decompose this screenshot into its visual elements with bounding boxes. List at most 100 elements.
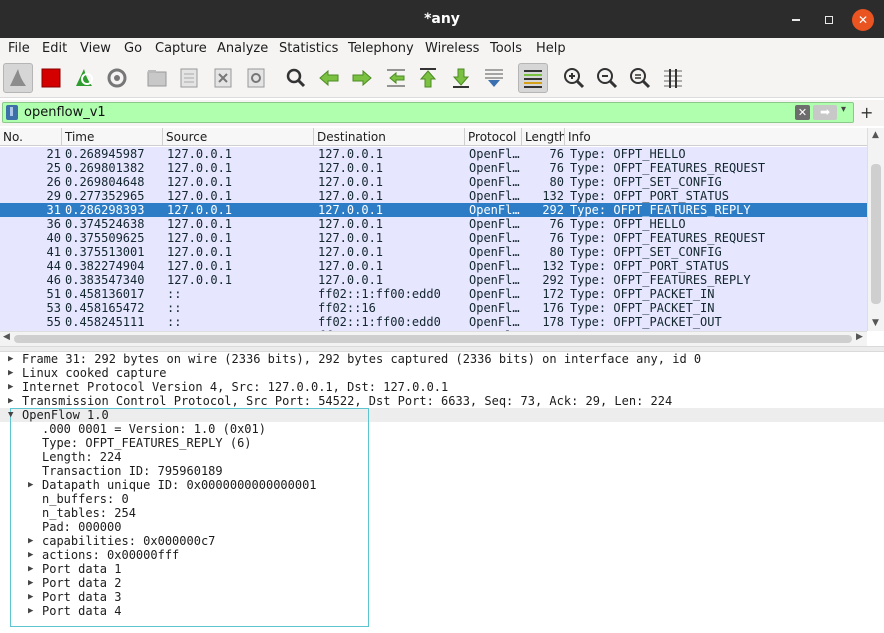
zoom-out-button[interactable] (592, 63, 622, 93)
apply-filter-button[interactable]: ➡ (813, 105, 837, 120)
go-first-button[interactable] (413, 63, 443, 93)
tree-item-protocol-layer[interactable]: ▶ Linux cooked capture (8, 366, 167, 380)
open-file-button[interactable] (142, 63, 172, 93)
reload-file-button[interactable] (241, 63, 271, 93)
collapsed-arrow-icon[interactable]: ▶ (8, 380, 13, 394)
menu-wireless[interactable]: Wireless (425, 41, 479, 56)
maximize-button[interactable] (818, 9, 840, 31)
scroll-up-icon[interactable]: ▲ (872, 130, 879, 140)
save-file-button[interactable] (174, 63, 204, 93)
tree-item-openflow-field[interactable]: ▶ capabilities: 0x000000c7 (28, 534, 215, 548)
tree-item-openflow-field[interactable]: Transaction ID: 795960189 (42, 464, 223, 478)
display-filter-input[interactable]: openflow_v1 ✕ ➡ ▾ (2, 102, 854, 123)
tree-item-openflow-field[interactable]: n_buffers: 0 (42, 492, 129, 506)
tree-item-openflow-field[interactable]: ▶ Port data 4 (28, 604, 121, 618)
menu-analyze[interactable]: Analyze (217, 41, 268, 56)
menu-edit[interactable]: Edit (42, 41, 67, 56)
capture-options-button[interactable] (102, 63, 132, 93)
column-info[interactable]: Info (565, 128, 867, 146)
tree-item-openflow-field[interactable]: .000 0001 = Version: 1.0 (0x01) (42, 422, 266, 436)
collapsed-arrow-icon[interactable]: ▶ (28, 548, 33, 562)
column-length[interactable]: Length (522, 128, 565, 146)
scroll-left-icon[interactable]: ◀ (3, 332, 10, 342)
expanded-arrow-icon[interactable]: ▼ (8, 408, 13, 422)
auto-scroll-button[interactable] (479, 63, 509, 93)
scroll-right-icon[interactable]: ▶ (856, 332, 863, 342)
tree-item-openflow-field[interactable]: ▶ actions: 0x00000fff (28, 548, 179, 562)
packet-row[interactable]: 51 0.458136017:: ff02::1:ff00:edd0 OpenFl… 1… (0, 287, 867, 301)
tree-item-protocol-layer[interactable]: ▶ Frame 31: 292 bytes on wire (2336 bits)… (8, 352, 701, 366)
filter-history-dropdown[interactable]: ▾ (841, 104, 846, 115)
tree-item-protocol-layer[interactable]: ▼ OpenFlow 1.0 (8, 408, 109, 422)
restart-capture-button[interactable] (69, 63, 99, 93)
start-capture-button[interactable] (3, 63, 33, 93)
packet-row[interactable]: 46 0.383547340 127.0.0.1 127.0.0.1 OpenFl… 29… (0, 273, 867, 287)
menu-file[interactable]: File (8, 41, 30, 56)
collapsed-arrow-icon[interactable]: ▶ (8, 394, 13, 408)
go-to-packet-button[interactable] (381, 63, 411, 93)
column-time[interactable]: Time (62, 128, 163, 146)
packet-row[interactable]: 41 0.375513001 127.0.0.1 127.0.0.1 OpenFl… 80… (0, 245, 867, 259)
collapsed-arrow-icon[interactable]: ▶ (28, 604, 33, 618)
tree-item-openflow-field[interactable]: ▶ Port data 3 (28, 590, 121, 604)
tree-item-protocol-layer[interactable]: ▶ Internet Protocol Version 4, Src: 127.0… (8, 380, 448, 394)
selected-packet-row[interactable]: 31 0.286298393 127.0.0.1 127.0.0.1 OpenFl… 29… (0, 203, 867, 217)
add-filter-button[interactable]: + (860, 103, 873, 122)
menu-capture[interactable]: Capture (155, 41, 207, 56)
minimize-button[interactable] (785, 9, 807, 31)
packet-list-vertical-scrollbar[interactable]: ▲ ▼ (867, 128, 884, 331)
column-no[interactable]: No. (0, 128, 62, 146)
menu-tools[interactable]: Tools (490, 41, 522, 56)
packet-row[interactable]: 36 0.374524638 127.0.0.1 127.0.0.1 OpenFl… 76… (0, 217, 867, 231)
packet-row[interactable]: 21 0.268945987 127.0.0.1 127.0.0.1 OpenFl… 76… (0, 147, 867, 161)
close-button[interactable]: ✕ (852, 9, 874, 31)
packet-row[interactable]: 29 0.277352965 127.0.0.1 127.0.0.1 OpenFl… 13… (0, 189, 867, 203)
collapsed-arrow-icon[interactable]: ▶ (28, 590, 33, 604)
tree-item-protocol-layer[interactable]: ▶ Transmission Control Protocol, Src Port… (8, 394, 672, 408)
tree-item-openflow-field[interactable]: Length: 224 (42, 450, 121, 464)
menu-view[interactable]: View (80, 41, 111, 56)
collapsed-arrow-icon[interactable]: ▶ (28, 576, 33, 590)
packet-row[interactable]: 55 0.458245111:: ff02::1:ff00:edd0 OpenFl… 1… (0, 315, 867, 329)
tree-item-openflow-field[interactable]: Type: OFPT_FEATURES_REPLY (6) (42, 436, 252, 450)
packet-row[interactable]: 26 0.269804648 127.0.0.1 127.0.0.1 OpenFl… 80… (0, 175, 867, 189)
go-forward-button[interactable] (347, 63, 377, 93)
collapsed-arrow-icon[interactable]: ▶ (28, 562, 33, 576)
menu-statistics[interactable]: Statistics (279, 41, 338, 56)
collapsed-arrow-icon[interactable]: ▶ (28, 534, 33, 548)
tree-item-openflow-field[interactable]: n_tables: 254 (42, 506, 136, 520)
tree-item-openflow-field[interactable]: ▶ Port data 1 (28, 562, 121, 576)
zoom-in-button[interactable] (559, 63, 589, 93)
menu-help[interactable]: Help (536, 41, 566, 56)
packet-row[interactable]: 25 0.269801382 127.0.0.1 127.0.0.1 OpenFl… 76… (0, 161, 867, 175)
menu-go[interactable]: Go (124, 41, 142, 56)
stop-capture-button[interactable] (36, 63, 66, 93)
bookmark-icon[interactable] (6, 105, 18, 120)
normal-size-button[interactable] (625, 63, 655, 93)
scrollbar-thumb[interactable] (871, 164, 881, 304)
packet-row[interactable]: 53 0.458165472:: ff02::16 OpenFl… 176 Type: O… (0, 301, 867, 315)
collapsed-arrow-icon[interactable]: ▶ (28, 478, 33, 492)
column-source[interactable]: Source (163, 128, 314, 146)
scrollbar-thumb[interactable] (14, 335, 852, 343)
find-packet-button[interactable] (281, 63, 311, 93)
scroll-down-icon[interactable]: ▼ (872, 318, 879, 328)
tree-item-openflow-field[interactable]: Pad: 000000 (42, 520, 121, 534)
packet-row[interactable]: 40 0.375509625 127.0.0.1 127.0.0.1 OpenFl… 76… (0, 231, 867, 245)
resize-columns-button[interactable] (658, 63, 688, 93)
tree-item-openflow-field[interactable]: ▶ Port data 2 (28, 576, 121, 590)
column-destination[interactable]: Destination (314, 128, 465, 146)
close-file-button[interactable] (208, 63, 238, 93)
clear-filter-button[interactable]: ✕ (795, 105, 810, 120)
packet-row[interactable]: 44 0.382274904 127.0.0.1 127.0.0.1 OpenFl… 13… (0, 259, 867, 273)
go-last-button[interactable] (446, 63, 476, 93)
packet-list-horizontal-scrollbar[interactable]: ◀ ▶ (0, 331, 867, 346)
menu-telephony[interactable]: Telephony (348, 41, 414, 56)
column-protocol[interactable]: Protocol (465, 128, 522, 146)
filter-text[interactable]: openflow_v1 (24, 105, 106, 120)
tree-item-openflow-field[interactable]: ▶ Datapath unique ID: 0x0000000000000001 (28, 478, 317, 492)
colorize-button[interactable] (518, 63, 548, 93)
go-back-button[interactable] (314, 63, 344, 93)
collapsed-arrow-icon[interactable]: ▶ (8, 366, 13, 380)
collapsed-arrow-icon[interactable]: ▶ (8, 352, 13, 366)
